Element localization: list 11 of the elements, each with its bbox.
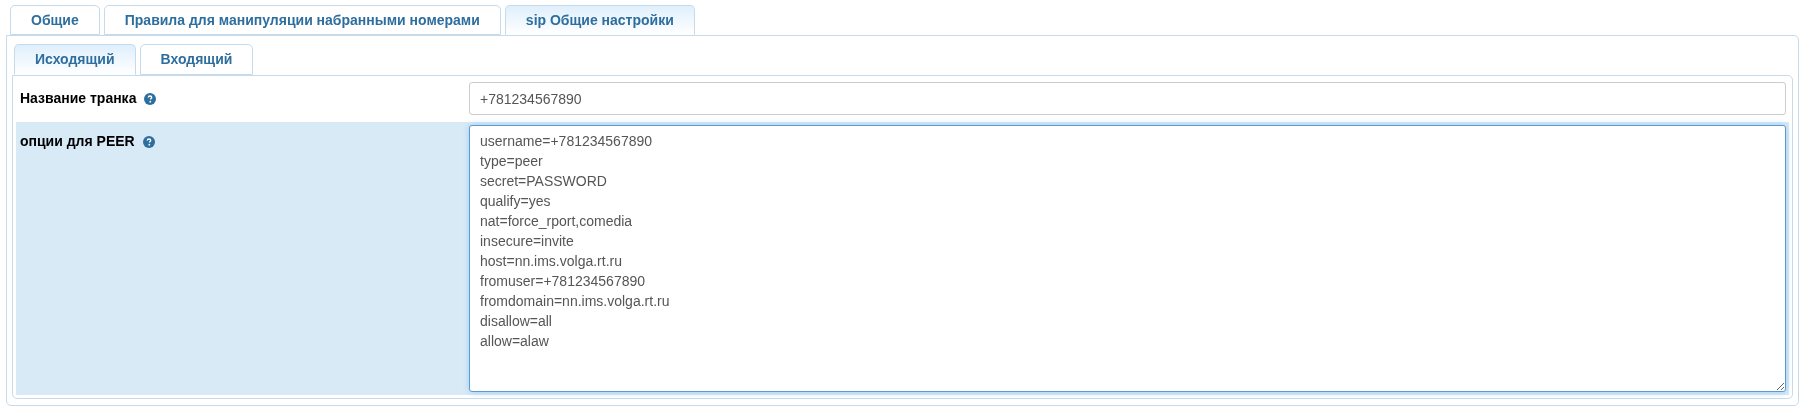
tab[interactable]: Общие: [10, 5, 100, 35]
field-label: опции для PEER: [20, 132, 135, 151]
text-field[interactable]: +781234567890: [469, 82, 1786, 115]
tab[interactable]: Правила для манипуляции набранными номерами: [103, 5, 501, 35]
help-icon[interactable]: [144, 92, 157, 105]
tab[interactable]: sip Общие настройки: [504, 5, 695, 35]
tab[interactable]: Входящий: [139, 44, 254, 75]
help-icon[interactable]: [142, 135, 155, 148]
tab[interactable]: Исходящий: [14, 44, 136, 75]
text-area[interactable]: username=+781234567890 type=peer secret=PASSWORD qualify=yes nat=force_rport,comedia insecure=invite host=nn.ims.volga.rt.ru fromuser=+781234567890 fromdomain=nn.ims.volga.rt.ru disallow=all allow=alaw: [469, 125, 1786, 392]
field-label: Название транка: [20, 89, 137, 108]
